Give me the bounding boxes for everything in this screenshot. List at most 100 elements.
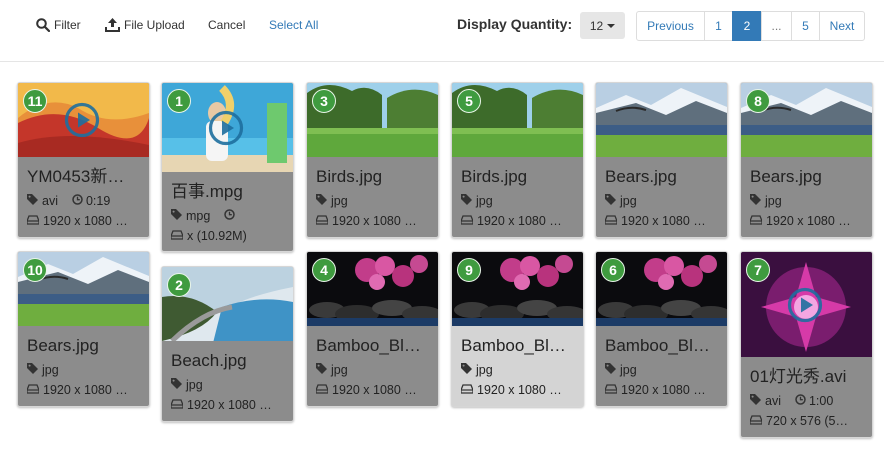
media-thumbnail[interactable]: 7	[741, 252, 872, 357]
play-icon[interactable]	[64, 102, 100, 138]
media-card[interactable]: 7 01灯光秀.avi avi 1:00 720 x 576 (5…	[740, 251, 873, 438]
media-title: Birds.jpg	[461, 167, 528, 186]
media-type: jpg	[331, 194, 348, 208]
media-card[interactable]: 2 Beach.jpg jpg 1920 x 1080 …	[161, 266, 294, 422]
tag-icon	[461, 191, 472, 211]
page-1-button[interactable]: 1	[704, 11, 733, 41]
search-icon	[36, 18, 50, 32]
hdd-icon	[460, 380, 474, 400]
hdd-icon	[604, 380, 618, 400]
hdd-icon	[749, 211, 763, 231]
toolbar: Filter File Upload Cancel Select All Dis…	[0, 0, 884, 62]
order-badge: 2	[167, 273, 191, 297]
media-type: jpg	[620, 194, 637, 208]
media-type-row: jpg	[307, 360, 438, 380]
media-thumbnail[interactable]: 3	[307, 83, 438, 157]
tag-icon	[27, 360, 38, 380]
media-type-row: jpg	[162, 375, 293, 395]
order-badge: 9	[457, 258, 481, 282]
media-thumbnail[interactable]: 10	[18, 252, 149, 326]
media-dimensions: 720 x 576 (5…	[766, 414, 848, 428]
display-quantity-value: 12	[589, 18, 604, 33]
media-type-row: jpg	[452, 191, 583, 211]
media-card[interactable]: 4 Bamboo_Bl…jpg 1920 x 1080 …	[306, 251, 439, 407]
play-icon[interactable]	[787, 287, 823, 323]
upload-icon	[105, 18, 120, 32]
file-upload-label: File Upload	[124, 18, 185, 32]
media-thumbnail[interactable]: 9	[452, 252, 583, 326]
media-dimensions: 1920 x 1080 …	[477, 214, 562, 228]
previous-page-button[interactable]: Previous	[636, 11, 705, 41]
media-thumbnail[interactable]: 4	[307, 252, 438, 326]
caret-down-icon	[607, 23, 616, 28]
media-thumbnail[interactable]: 8	[741, 83, 872, 157]
clock-icon	[72, 191, 83, 211]
page-5-button[interactable]: 5	[791, 11, 820, 41]
tag-icon	[461, 360, 472, 380]
order-badge: 11	[23, 89, 47, 113]
hdd-icon	[604, 211, 618, 231]
media-thumbnail[interactable]: 2	[162, 267, 293, 341]
media-title: Bears.jpg	[605, 167, 677, 186]
media-type: jpg	[42, 363, 59, 377]
hdd-icon	[460, 211, 474, 231]
media-title: YM0453新…	[27, 167, 125, 186]
media-dimensions-row: 1920 x 1080 …	[452, 211, 583, 231]
filter-button[interactable]: Filter	[36, 17, 81, 33]
media-dimensions: 1920 x 1080 …	[621, 383, 706, 397]
media-dimensions: 1920 x 1080 …	[332, 214, 417, 228]
media-thumbnail[interactable]: 1	[162, 83, 293, 172]
cancel-button[interactable]: Cancel	[208, 17, 245, 33]
tag-icon	[171, 206, 182, 226]
media-card[interactable]: 11 YM0453新… avi 0:19 1920 x 1080 …	[17, 82, 150, 238]
media-thumbnail[interactable]: 11	[18, 83, 149, 157]
hdd-icon	[315, 211, 329, 231]
order-badge: 5	[457, 89, 481, 113]
order-badge: 3	[312, 89, 336, 113]
play-icon[interactable]	[208, 110, 244, 146]
media-thumbnail[interactable]: 6	[596, 252, 727, 326]
display-quantity-label: Display Quantity:	[457, 16, 573, 32]
media-title: Bears.jpg	[27, 336, 99, 355]
file-upload-button[interactable]: File Upload	[105, 17, 185, 33]
tag-icon	[316, 191, 327, 211]
duration-value: 1:00	[808, 394, 834, 408]
media-card[interactable]: 6 Bamboo_Bl…jpg 1920 x 1080 …	[595, 251, 728, 407]
clock-icon	[224, 206, 236, 226]
media-title: Bamboo_Bl…	[461, 336, 566, 355]
media-dimensions: 1920 x 1080 …	[477, 383, 562, 397]
tag-icon	[605, 360, 616, 380]
media-card[interactable]: 1 百事.mpg mpg x (10.92M)	[161, 82, 294, 252]
media-card[interactable]: 5 Birds.jpg jpg 1920 x 1080 …	[451, 82, 584, 238]
media-title: Bears.jpg	[750, 167, 822, 186]
media-card[interactable]: 10 Bears.jpg jpg 1920 x 1080 …	[17, 251, 150, 407]
next-page-button[interactable]: Next	[819, 11, 865, 41]
page-2-button[interactable]: 2	[732, 11, 762, 41]
hdd-icon	[315, 380, 329, 400]
hdd-icon	[749, 411, 763, 431]
media-dimensions: 1920 x 1080 …	[332, 383, 417, 397]
media-type: jpg	[331, 363, 348, 377]
media-type: jpg	[765, 194, 782, 208]
media-card[interactable]: Bears.jpg jpg 1920 x 1080 …	[595, 82, 728, 238]
media-card[interactable]: 3 Birds.jpg jpg 1920 x 1080 …	[306, 82, 439, 238]
page-ellipsis: ...	[761, 11, 792, 41]
display-quantity-select[interactable]: 12	[580, 12, 625, 39]
media-thumbnail[interactable]	[596, 83, 727, 157]
media-type: jpg	[620, 363, 637, 377]
media-thumbnail[interactable]: 5	[452, 83, 583, 157]
media-type: avi	[765, 394, 781, 408]
media-title: Bamboo_Bl…	[605, 336, 710, 355]
clock-icon	[795, 391, 806, 411]
media-title: Bamboo_Bl…	[316, 336, 421, 355]
duration: 0:19	[72, 191, 110, 211]
media-type: mpg	[186, 209, 211, 223]
media-card[interactable]: 8 Bears.jpg jpg 1920 x 1080 …	[740, 82, 873, 238]
select-all-link[interactable]: Select All	[269, 17, 318, 33]
media-type-row: jpg	[452, 360, 583, 380]
select-all-label: Select All	[269, 18, 319, 32]
media-dimensions: 1920 x 1080 …	[187, 398, 272, 412]
media-type-row: jpg	[741, 191, 872, 211]
media-dimensions-row: 1920 x 1080 …	[741, 211, 872, 231]
media-card[interactable]: 9 Bamboo_Bl…jpg 1920 x 1080 …	[451, 251, 584, 407]
